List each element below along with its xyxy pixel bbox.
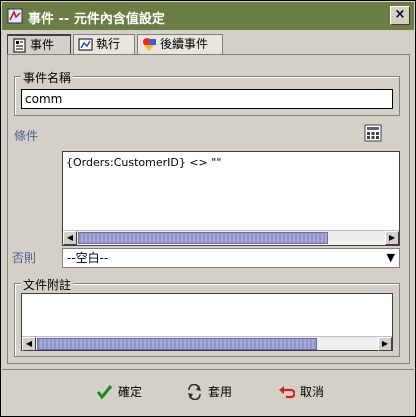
button-bar: 確定 套用 取消: [2, 369, 414, 415]
apply-refresh-icon: [188, 384, 201, 400]
otherwise-selected-value: --空白--: [67, 251, 109, 265]
otherwise-label: 否則: [12, 251, 37, 265]
checkmark-icon: [96, 385, 113, 400]
event-name-input[interactable]: comm: [21, 89, 393, 109]
tab-event-label: 事件: [30, 38, 55, 52]
tab-followup-event[interactable]: 後續事件: [137, 34, 223, 54]
tab-event[interactable]: 事件: [7, 34, 71, 55]
close-button[interactable]: ×: [390, 6, 410, 25]
document-note-label: 文件附註: [21, 276, 74, 293]
scroll-thumb[interactable]: [37, 338, 317, 350]
ok-label: 確定: [118, 385, 143, 399]
ok-button[interactable]: 確定: [96, 382, 142, 402]
document-note-group: 文件附註 ◀ ▶: [14, 276, 400, 357]
tab-panel: 事件名稱 comm 條件 {Orders:CustomerID} <> "" ◀…: [7, 54, 410, 364]
cancel-label: 取消: [300, 385, 325, 399]
shapes-icon: [143, 38, 156, 51]
calculator-icon[interactable]: [364, 124, 382, 142]
cancel-button[interactable]: 取消: [278, 382, 324, 402]
scroll-right-arrow-icon[interactable]: ▶: [385, 231, 399, 245]
tab-execute[interactable]: 執行: [73, 34, 135, 54]
note-hscrollbar[interactable]: ◀ ▶: [22, 336, 392, 351]
event-name-label: 事件名稱: [21, 69, 74, 86]
scroll-left-arrow-icon[interactable]: ◀: [63, 231, 77, 245]
scroll-left-arrow-icon[interactable]: ◀: [22, 337, 36, 351]
otherwise-select[interactable]: --空白-- ▼: [62, 248, 400, 268]
title-bar[interactable]: 事件 -- 元件內含值設定 ×: [2, 2, 414, 30]
dropdown-arrow-icon[interactable]: ▼: [387, 249, 395, 267]
app-icon: [7, 8, 23, 24]
chart-icon: [78, 38, 93, 51]
tab-execute-label: 執行: [96, 37, 121, 51]
condition-label: 條件: [14, 129, 39, 143]
scroll-thumb[interactable]: [78, 232, 328, 244]
scroll-right-arrow-icon[interactable]: ▶: [378, 337, 392, 351]
event-name-group: 事件名稱 comm: [14, 69, 400, 116]
undo-arrow-icon: [279, 386, 295, 399]
condition-hscrollbar[interactable]: ◀ ▶: [63, 230, 399, 245]
dialog-window: 事件 -- 元件內含值設定 × 事件 執行 後續事件 事件名稱 comm 條件 …: [0, 0, 416, 417]
event-doc-icon: [13, 38, 26, 53]
apply-label: 套用: [208, 385, 233, 399]
window-title: 事件 -- 元件內含值設定: [28, 12, 165, 27]
tab-followup-label: 後續事件: [160, 37, 209, 51]
apply-button[interactable]: 套用: [186, 382, 232, 402]
